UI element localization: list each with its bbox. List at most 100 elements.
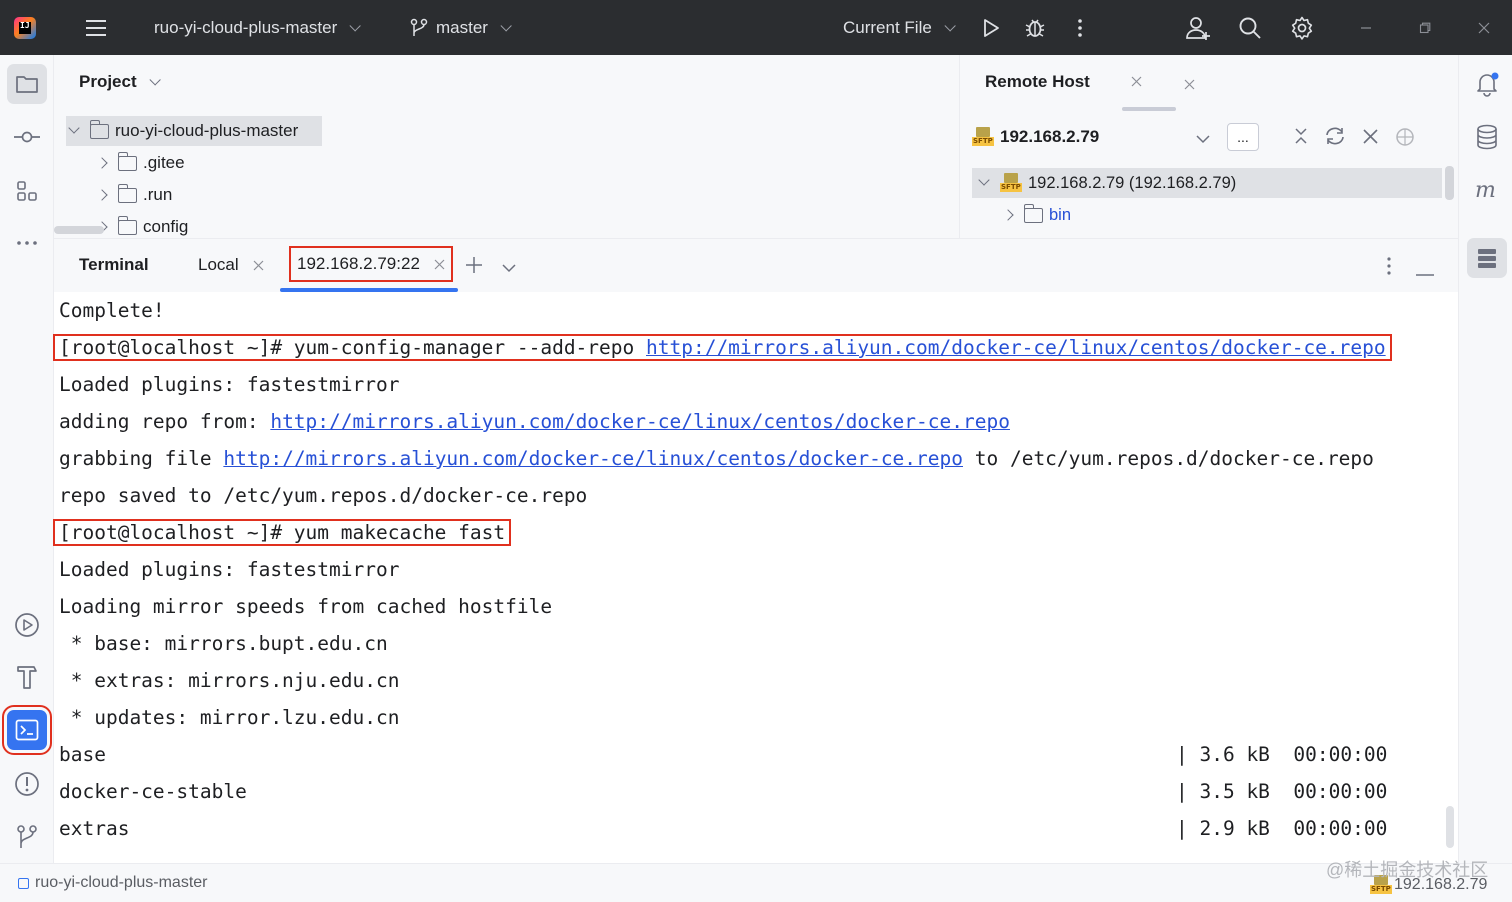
branch-selector[interactable]: master	[410, 0, 512, 55]
terminal-line: docker-ce-stable | 3.5 kB 00:00:00	[59, 773, 1449, 810]
project-panel: Project ruo-yi-cloud-plus-master .gitee …	[54, 55, 322, 238]
remote-tree-item-bin[interactable]: bin	[1000, 200, 1071, 230]
remote-tree-item-host[interactable]: SFTP 192.168.2.79 (192.168.2.79)	[972, 168, 1442, 198]
app-logo-icon[interactable]: IJ	[14, 0, 40, 55]
project-selector[interactable]: ruo-yi-cloud-plus-master	[154, 0, 362, 55]
branch-label: master	[436, 17, 488, 37]
tab-options-button[interactable]	[502, 260, 516, 278]
close-icon	[1363, 129, 1378, 144]
terminal-title: Terminal	[79, 247, 149, 283]
commit-tool-button[interactable]	[7, 117, 47, 157]
hide-panel-button[interactable]	[1416, 264, 1434, 282]
server-icon	[1478, 249, 1496, 268]
remote-host-tab[interactable]: Remote Host	[985, 72, 1090, 92]
status-project[interactable]: ruo-yi-cloud-plus-master	[18, 874, 208, 892]
more-tools-button[interactable]	[7, 223, 47, 263]
highlighted-command: [root@localhost ~]# yum makecache fast	[52, 519, 512, 546]
minimize-button[interactable]	[1360, 0, 1372, 55]
close-tab-button[interactable]	[1131, 74, 1142, 92]
play-icon	[984, 18, 999, 37]
maven-button[interactable]: m	[1467, 170, 1507, 210]
tab-local[interactable]: Local	[198, 247, 264, 283]
tree-item-root[interactable]: ruo-yi-cloud-plus-master	[66, 116, 322, 146]
url-link[interactable]: http://mirrors.aliyun.com/docker-ce/linu…	[223, 447, 963, 470]
close-icon[interactable]	[253, 260, 264, 271]
url-link[interactable]: http://mirrors.aliyun.com/docker-ce/linu…	[270, 410, 1010, 433]
plus-icon	[466, 257, 482, 273]
chevron-down-icon	[68, 122, 80, 134]
terminal-scrollbar[interactable]	[1446, 806, 1454, 848]
search-button[interactable]	[1238, 0, 1262, 55]
build-tool-button[interactable]	[7, 657, 47, 697]
main-menu-icon[interactable]	[84, 0, 108, 55]
line-text: adding repo from:	[59, 410, 271, 433]
terminal-line: adding repo from: http://mirrors.aliyun.…	[59, 403, 1010, 440]
run-button[interactable]	[980, 0, 1002, 55]
folder-icon	[117, 183, 137, 203]
debug-button[interactable]	[1024, 0, 1046, 55]
project-tool-button[interactable]	[7, 64, 47, 104]
add-user-button[interactable]	[1185, 0, 1211, 55]
line-text: extras	[59, 817, 130, 840]
line-text: repo saved to /etc/yum.repos.d/docker-ce…	[59, 484, 588, 507]
close-icon[interactable]	[434, 259, 445, 270]
database-button[interactable]	[1467, 117, 1507, 157]
tab-remote-session[interactable]: 192.168.2.79:22	[289, 246, 453, 282]
chevron-down-icon	[978, 174, 990, 186]
git-tool-button[interactable]	[7, 817, 47, 857]
horizontal-scrollbar[interactable]	[54, 226, 104, 234]
host-dropdown-button[interactable]	[1196, 131, 1210, 149]
line-stats: | 3.5 kB 00:00:00	[1176, 780, 1388, 803]
host-selector[interactable]: SFTP 192.168.2.79	[972, 127, 1099, 147]
refresh-button[interactable]	[1324, 126, 1346, 151]
terminal-line: * base: mirrors.bupt.edu.cn	[59, 625, 388, 662]
url-link[interactable]: http://mirrors.aliyun.com/docker-ce/linu…	[646, 336, 1386, 359]
tree-item-label: .gitee	[143, 153, 185, 172]
close-window-button[interactable]	[1478, 0, 1490, 55]
vertical-scrollbar[interactable]	[1445, 166, 1454, 200]
terminal-line: * extras: mirrors.nju.edu.cn	[59, 662, 400, 699]
tree-item-gitee[interactable]: .gitee	[94, 148, 185, 178]
database-icon	[1477, 124, 1497, 150]
terminal-line: Loaded plugins: fastestmirror	[59, 366, 399, 403]
settings-button[interactable]	[1290, 0, 1314, 55]
line-stats: | 3.6 kB 00:00:00	[1176, 743, 1388, 766]
terminal-options-button[interactable]	[1384, 256, 1394, 281]
structure-tool-button[interactable]	[7, 171, 47, 211]
structure-icon	[17, 181, 37, 201]
project-panel-header[interactable]: Project	[79, 72, 161, 92]
more-vertical-icon	[1387, 257, 1391, 275]
services-tool-button[interactable]	[7, 605, 47, 645]
line-text: Loading mirror speeds from cached hostfi…	[59, 595, 553, 618]
line-text: Complete!	[59, 299, 165, 322]
restore-button[interactable]	[1419, 0, 1431, 55]
disconnect-button[interactable]	[1363, 129, 1378, 149]
more-actions-button[interactable]	[1074, 0, 1086, 55]
browse-button[interactable]: ...	[1227, 123, 1259, 151]
problems-tool-button[interactable]	[7, 764, 47, 804]
notifications-button[interactable]	[1467, 64, 1507, 104]
close-icon	[1131, 76, 1142, 87]
run-config-selector[interactable]: Current File	[843, 0, 956, 55]
collapse-all-button[interactable]	[1294, 128, 1308, 149]
more-horizontal-icon	[17, 241, 37, 245]
project-selector-label: ruo-yi-cloud-plus-master	[154, 17, 338, 37]
close-panel-button[interactable]	[1184, 77, 1195, 95]
new-tab-button[interactable]	[465, 256, 483, 279]
terminal-line: extras | 2.9 kB 00:00:00	[59, 810, 1449, 847]
chevron-right-icon	[96, 189, 108, 201]
run-config-label: Current File	[843, 17, 932, 37]
line-text: Loaded plugins: fastestmirror	[59, 558, 400, 581]
remote-host-tool-button[interactable]	[1467, 238, 1507, 278]
terminal-line: base | 3.6 kB 00:00:00	[59, 736, 1449, 773]
highlighted-command: [root@localhost ~]# yum-config-manager -…	[53, 334, 1392, 361]
terminal-tool-button[interactable]	[2, 705, 52, 755]
bell-icon	[1477, 72, 1499, 97]
tree-item-run[interactable]: .run	[94, 180, 172, 210]
line-text: Loaded plugins: fastestmirror	[59, 373, 400, 396]
locate-button[interactable]	[1395, 127, 1415, 152]
tab-underline	[1122, 107, 1176, 111]
line-text: * base: mirrors.bupt.edu.cn	[59, 632, 388, 655]
chevron-down-icon	[502, 264, 516, 273]
module-icon	[18, 877, 29, 889]
